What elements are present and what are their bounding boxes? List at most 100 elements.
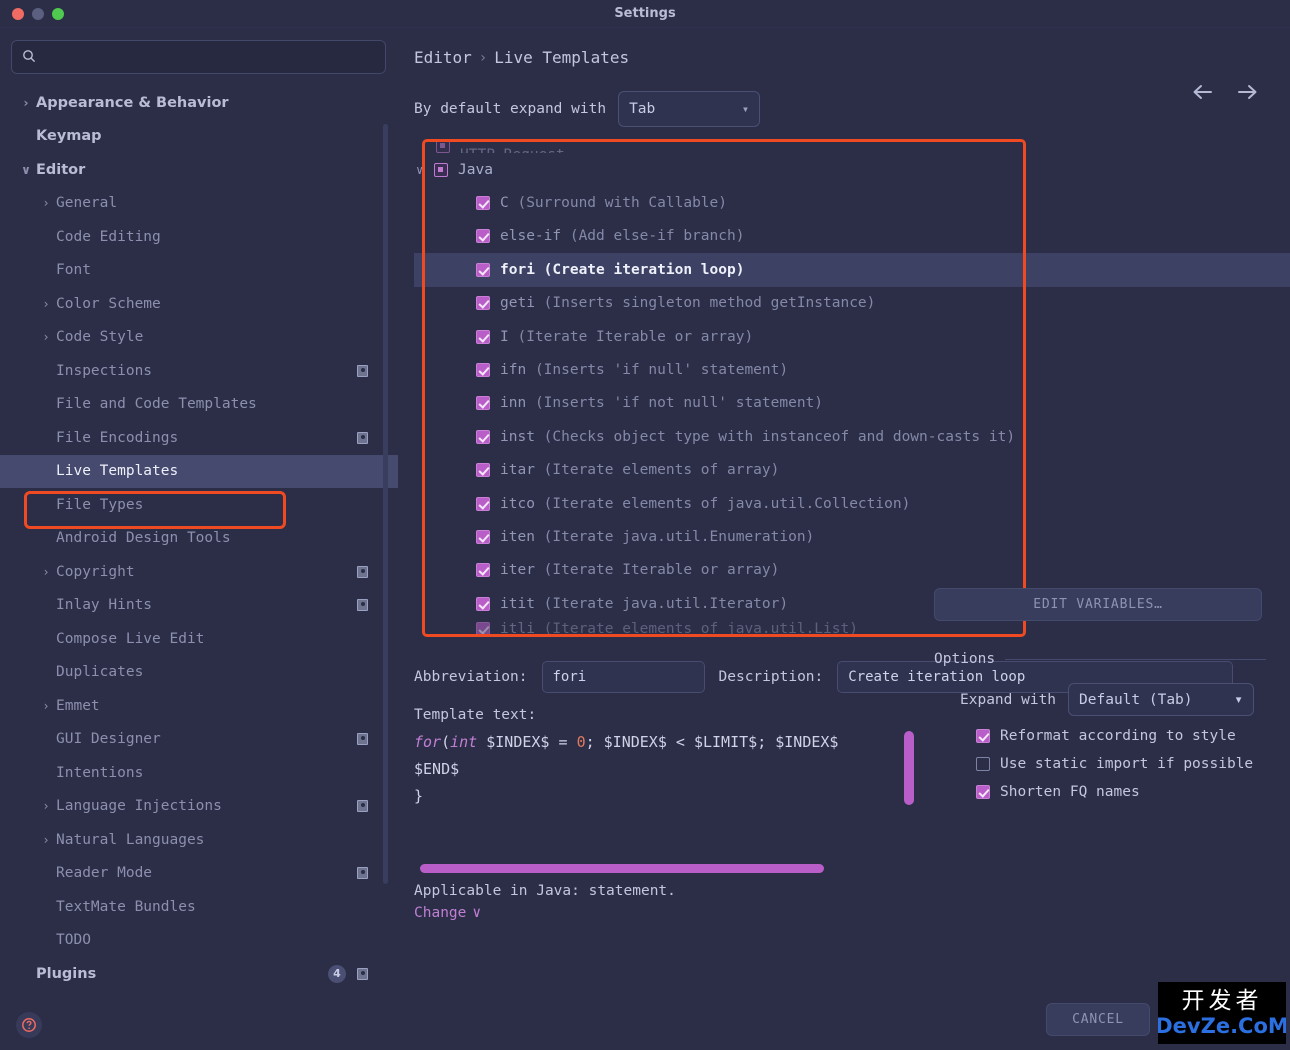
- template-checkbox[interactable]: [476, 363, 490, 378]
- template-row[interactable]: iter (Iterate Iterable or array): [414, 554, 1290, 587]
- template-row[interactable]: ifn (Inserts 'if null' statement): [414, 353, 1290, 386]
- breadcrumb-root[interactable]: Editor: [414, 48, 472, 67]
- sidebar-item-label: Reader Mode: [56, 865, 153, 882]
- sidebar-item-appearance-behavior[interactable]: › Appearance & Behavior: [0, 86, 398, 120]
- option-checkbox[interactable]: [976, 729, 990, 743]
- template-row[interactable]: geti (Inserts singleton method getInstan…: [414, 287, 1290, 320]
- chevron-icon[interactable]: ›: [38, 833, 54, 847]
- forward-arrow-icon[interactable]: [1236, 84, 1258, 104]
- chevron-icon[interactable]: ›: [38, 196, 54, 210]
- abbrev-input[interactable]: fori: [541, 661, 705, 693]
- sidebar-item-file-types[interactable]: File Types: [0, 488, 398, 522]
- sidebar-item-label: Inlay Hints: [56, 597, 153, 614]
- template-checkbox[interactable]: [476, 229, 490, 244]
- sidebar-item-font[interactable]: Font: [0, 254, 398, 288]
- sidebar-item-general[interactable]: › General: [0, 187, 398, 221]
- sidebar-item-label: Inspections: [56, 362, 153, 379]
- sidebar-item-reader-mode[interactable]: Reader Mode: [0, 857, 398, 891]
- template-row[interactable]: else-if (Add else-if branch): [414, 220, 1290, 253]
- sidebar-item-emmet[interactable]: › Emmet: [0, 689, 398, 723]
- sidebar-item-plugins[interactable]: Plugins 4: [0, 957, 398, 991]
- edit-variables-button[interactable]: EDIT VARIABLES…: [934, 588, 1262, 621]
- template-group-partial[interactable]: HTTP Request: [414, 139, 1290, 153]
- template-checkbox[interactable]: [476, 262, 490, 277]
- template-group-java[interactable]: ∨ Java: [414, 153, 1290, 186]
- option-checkbox-row[interactable]: Shorten FQ names: [934, 784, 1266, 800]
- sidebar-scrollbar[interactable]: [383, 124, 388, 884]
- chevron-icon[interactable]: ›: [38, 330, 54, 344]
- template-row[interactable]: itar (Iterate elements of array): [414, 454, 1290, 487]
- zoom-button[interactable]: [52, 7, 64, 20]
- default-expand-select[interactable]: Tab ▾: [618, 91, 761, 127]
- template-checkbox[interactable]: [476, 429, 490, 444]
- template-row[interactable]: C (Surround with Callable): [414, 186, 1290, 219]
- template-row[interactable]: iten (Iterate java.util.Enumeration): [414, 520, 1290, 553]
- template-checkbox[interactable]: [476, 196, 490, 211]
- template-checkbox[interactable]: [476, 329, 490, 344]
- templates-tree[interactable]: HTTP Request ∨ Java C (Surround with Callab…: [414, 139, 1290, 638]
- sidebar-item-gui-designer[interactable]: GUI Designer: [0, 723, 398, 757]
- option-checkbox-row[interactable]: Use static import if possible: [934, 756, 1266, 772]
- option-checkbox[interactable]: [976, 785, 990, 799]
- template-checkbox[interactable]: [476, 596, 490, 611]
- sidebar-item-inlay-hints[interactable]: Inlay Hints: [0, 589, 398, 623]
- sidebar-item-label: Plugins: [36, 965, 97, 982]
- template-checkbox[interactable]: [476, 529, 490, 544]
- template-checkbox[interactable]: [476, 463, 490, 478]
- sidebar-item-keymap[interactable]: Keymap: [0, 120, 398, 154]
- template-checkbox[interactable]: [476, 563, 490, 578]
- code-horizontal-scrollbar[interactable]: [420, 864, 824, 873]
- template-abbreviation: C: [500, 195, 509, 212]
- sidebar-item-natural-languages[interactable]: › Natural Languages: [0, 823, 398, 857]
- chevron-icon[interactable]: ›: [38, 699, 54, 713]
- sidebar-item-todo[interactable]: TODO: [0, 924, 398, 958]
- template-row[interactable]: I (Iterate Iterable or array): [414, 320, 1290, 353]
- sidebar-item-code-style[interactable]: › Code Style: [0, 321, 398, 355]
- template-checkbox[interactable]: [476, 622, 490, 637]
- chevron-icon[interactable]: ∨: [18, 163, 34, 177]
- back-arrow-icon[interactable]: [1192, 84, 1214, 104]
- template-row[interactable]: fori (Create iteration loop): [414, 253, 1290, 287]
- option-checkbox[interactable]: [976, 757, 990, 771]
- chevron-icon[interactable]: ›: [38, 799, 54, 813]
- sidebar-item-copyright[interactable]: › Copyright: [0, 555, 398, 589]
- template-text-editor[interactable]: for(int $INDEX$ = 0; $INDEX$ < $LIMIT$; …: [414, 729, 914, 879]
- sidebar-item-compose-live-edit[interactable]: Compose Live Edit: [0, 622, 398, 656]
- template-description: (Add else-if branch): [569, 228, 745, 245]
- sidebar-item-editor[interactable]: ∨ Editor: [0, 153, 398, 187]
- chevron-icon[interactable]: ›: [38, 565, 54, 579]
- sidebar-item-file-and-code-templates[interactable]: File and Code Templates: [0, 388, 398, 422]
- template-row[interactable]: itco (Iterate elements of java.util.Coll…: [414, 487, 1290, 520]
- template-checkbox[interactable]: [476, 296, 490, 311]
- sidebar-item-label: Color Scheme: [56, 295, 161, 312]
- chevron-icon[interactable]: ›: [18, 96, 34, 110]
- sidebar-item-code-editing[interactable]: Code Editing: [0, 220, 398, 254]
- minimize-button[interactable]: [32, 7, 44, 20]
- cancel-button[interactable]: CANCEL: [1046, 1003, 1150, 1036]
- chevron-icon[interactable]: ›: [38, 297, 54, 311]
- code-vertical-scrollbar[interactable]: [904, 731, 914, 805]
- sidebar-item-android-design-tools[interactable]: Android Design Tools: [0, 522, 398, 556]
- template-row[interactable]: inn (Inserts 'if not null' statement): [414, 387, 1290, 420]
- search-input[interactable]: [44, 49, 375, 65]
- search-box[interactable]: [11, 40, 386, 74]
- sidebar-item-textmate-bundles[interactable]: TextMate Bundles: [0, 890, 398, 924]
- close-button[interactable]: [12, 7, 24, 20]
- help-button[interactable]: [16, 1012, 42, 1038]
- sidebar-item-inspections[interactable]: Inspections: [0, 354, 398, 388]
- sidebar-item-file-encodings[interactable]: File Encodings: [0, 421, 398, 455]
- chevron-down-icon[interactable]: ∨: [416, 163, 434, 177]
- template-checkbox[interactable]: [476, 396, 490, 411]
- sidebar-item-intentions[interactable]: Intentions: [0, 756, 398, 790]
- expand-with-select[interactable]: Default (Tab) ▾: [1068, 683, 1255, 716]
- sidebar-item-language-injections[interactable]: › Language Injections: [0, 790, 398, 824]
- option-checkbox-row[interactable]: Reformat according to style: [934, 728, 1266, 744]
- sidebar-item-duplicates[interactable]: Duplicates: [0, 656, 398, 690]
- template-row[interactable]: inst (Checks object type with instanceof…: [414, 420, 1290, 453]
- change-context-link[interactable]: Change ∨: [398, 899, 1290, 921]
- template-checkbox[interactable]: [476, 496, 490, 511]
- sidebar-item-color-scheme[interactable]: › Color Scheme: [0, 287, 398, 321]
- sidebar-item-live-templates[interactable]: Live Templates: [0, 454, 398, 488]
